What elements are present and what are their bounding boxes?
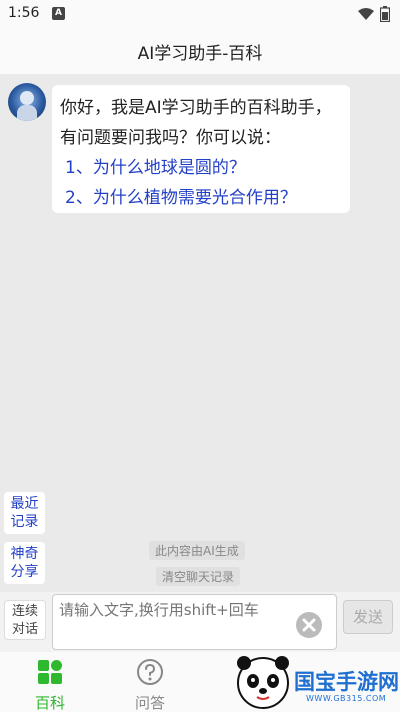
status-bar: 1:56 A (0, 0, 400, 28)
status-icons (358, 6, 390, 22)
tab-label: 百科 (34, 694, 65, 712)
ai-generated-notice: 此内容由AI生成 (149, 541, 245, 560)
status-time: 1:56 (8, 5, 40, 21)
page-title: AI学习助手-百科 (137, 43, 263, 64)
grid-icon (38, 660, 62, 684)
tab-label: 问答 (134, 694, 165, 712)
brand-url: WWW.GB315.COM (306, 694, 387, 703)
battery-icon (380, 6, 390, 22)
tab-wenda[interactable]: 问答 (120, 658, 180, 712)
app-title-bar: AI学习助手-百科 (0, 28, 400, 74)
clear-input-icon[interactable] (296, 612, 322, 638)
assistant-avatar (8, 83, 46, 121)
assistant-message-bubble: 你好，我是AI学习助手的百科助手，有问题要问我吗？你可以说： 1、为什么地球是圆… (52, 85, 350, 213)
notification-icon: A (52, 7, 65, 20)
recent-records-button[interactable]: 最近 记录 (4, 492, 45, 534)
suggestion-link[interactable]: 2、为什么植物需要光合作用？ (65, 183, 342, 213)
robot-icon (20, 91, 34, 105)
suggestion-link[interactable]: 1、为什么地球是圆的？ (65, 153, 342, 183)
tab-baike[interactable]: 百科 (20, 658, 80, 712)
brand-name: 国宝手游网 (294, 670, 399, 694)
input-row: 连续 对话 (0, 592, 400, 652)
site-watermark: 国宝手游网 WWW.GB315.COM (232, 652, 400, 712)
question-circle-icon (137, 659, 163, 685)
panda-logo-icon (237, 656, 289, 709)
send-button[interactable]: 发送 (343, 600, 393, 634)
magic-share-button[interactable]: 神奇 分享 (4, 542, 45, 584)
wifi-icon (358, 7, 374, 20)
continuous-dialogue-button[interactable]: 连续 对话 (4, 600, 46, 640)
clear-chat-button[interactable]: 清空聊天记录 (156, 567, 241, 586)
assistant-greeting: 你好，我是AI学习助手的百科助手，有问题要问我吗？你可以说： (60, 98, 332, 148)
message-input[interactable] (52, 594, 337, 650)
